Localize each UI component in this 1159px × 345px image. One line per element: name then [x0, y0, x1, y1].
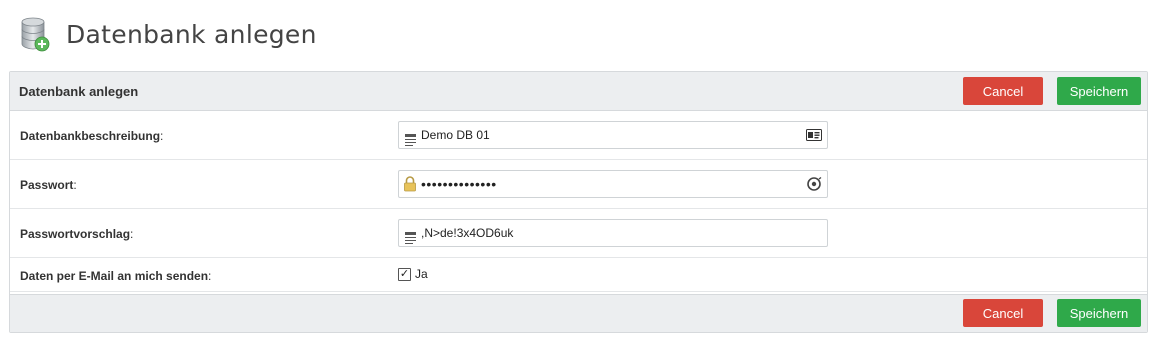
panel-header: Datenbank anlegen Cancel Speichern [10, 72, 1147, 111]
email-checkbox-group[interactable]: ✓ Ja [398, 267, 428, 281]
page-title: Datenbank anlegen [66, 19, 317, 49]
footer-save-button[interactable]: Speichern [1057, 299, 1141, 327]
description-value: Demo DB 01 [421, 128, 490, 142]
email-option-label: Daten per E-Mail an mich senden [20, 269, 209, 283]
description-label: Datenbankbeschreibung [20, 129, 161, 143]
panel-footer: Cancel Speichern [10, 294, 1147, 332]
field-label: Passwort: [20, 178, 77, 192]
password-label: Passwort [20, 178, 74, 192]
password-input[interactable]: •••••••••••••• [398, 170, 828, 198]
text-lines-icon [399, 133, 421, 147]
page-header: Datenbank anlegen [20, 14, 317, 54]
database-add-icon [20, 16, 50, 52]
save-button[interactable]: Speichern [1057, 77, 1141, 105]
form-row-suggestion: Passwortvorschlag: ,N>de!3x4OD6uk [10, 209, 1147, 258]
description-input[interactable]: Demo DB 01 [398, 121, 828, 149]
password-suggestion-input[interactable]: ,N>de!3x4OD6uk [398, 219, 828, 247]
footer-cancel-button[interactable]: Cancel [963, 299, 1043, 327]
field-label: Datenbankbeschreibung: [20, 129, 164, 143]
form-row-email: Daten per E-Mail an mich senden: ✓ Ja [10, 258, 1147, 292]
id-card-icon[interactable] [801, 129, 827, 141]
field-label: Daten per E-Mail an mich senden: [20, 269, 212, 283]
password-value: •••••••••••••• [421, 176, 497, 192]
form-row-password: Passwort: •••••••••••••• [10, 160, 1147, 209]
form-row-description: Datenbankbeschreibung: Demo DB 01 [10, 111, 1147, 160]
email-checkbox[interactable]: ✓ [398, 267, 411, 281]
field-label: Passwortvorschlag: [20, 227, 134, 241]
lock-icon [399, 176, 421, 192]
email-checkbox-label[interactable]: Ja [415, 267, 428, 281]
panel-title: Datenbank anlegen [19, 84, 139, 99]
suggestion-label: Passwortvorschlag [20, 227, 131, 241]
suggestion-value: ,N>de!3x4OD6uk [421, 226, 514, 240]
reveal-password-icon[interactable] [801, 176, 827, 192]
text-lines-icon [399, 231, 421, 245]
cancel-button[interactable]: Cancel [963, 77, 1043, 105]
create-database-panel: Datenbank anlegen Cancel Speichern Daten… [9, 71, 1148, 333]
